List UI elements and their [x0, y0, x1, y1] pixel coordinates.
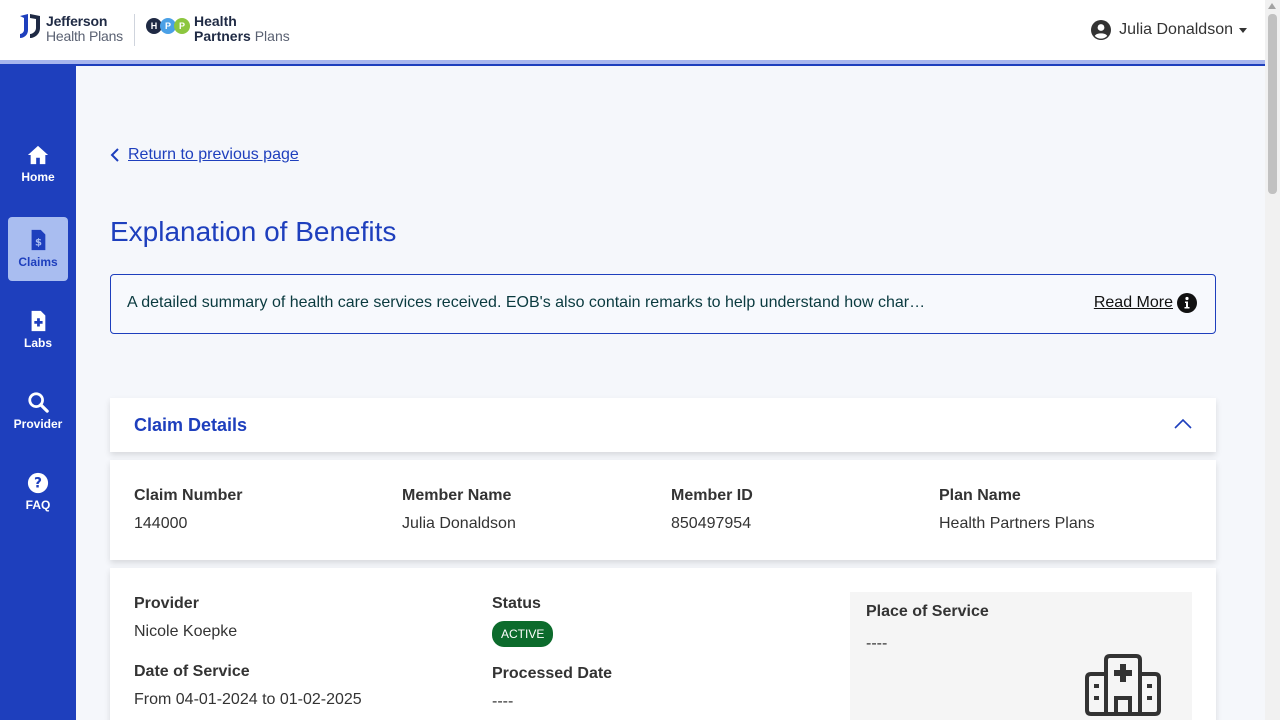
- home-icon: [27, 145, 49, 165]
- field-label: Plan Name: [939, 487, 1021, 504]
- chevron-left-icon: [110, 148, 119, 162]
- user-menu-button[interactable]: Julia Donaldson: [1091, 20, 1247, 40]
- field-value: From 04-01-2024 to 01-02-2025: [134, 691, 362, 708]
- field-value: 144000: [134, 515, 188, 532]
- svg-text:$: $: [35, 238, 42, 249]
- field-label: Claim Number: [134, 487, 243, 504]
- sidebar-item-label: Labs: [23, 336, 52, 350]
- processed-date-field: Processed Date ----: [492, 665, 612, 711]
- sidebar-item-labs[interactable]: Labs: [8, 298, 68, 362]
- labs-icon: [31, 310, 46, 332]
- brand-line-1: Jefferson: [46, 13, 108, 29]
- eob-description: A detailed summary of health care servic…: [127, 294, 926, 311]
- hpp-circle-p2: P: [174, 18, 190, 34]
- field-label: Provider: [134, 595, 199, 612]
- sidebar-nav: Home $ Claims Labs Provider ? FAQ: [0, 66, 76, 720]
- scroll-up-icon[interactable]: [1268, 3, 1276, 9]
- hpp-line-2: Partners Plans: [194, 29, 290, 44]
- field-value: Health Partners Plans: [939, 515, 1095, 532]
- logo-divider: [134, 14, 135, 46]
- field-label: Place of Service: [866, 603, 989, 620]
- search-icon: [28, 392, 49, 413]
- field-value: ----: [492, 693, 514, 710]
- sidebar-item-label: Claims: [18, 255, 58, 269]
- jefferson-mark-icon: [20, 14, 40, 38]
- read-more-button[interactable]: Read More: [1094, 293, 1197, 313]
- claim-details-header[interactable]: Claim Details: [110, 398, 1216, 452]
- hpp-logo[interactable]: H P P Health Partners Plans: [146, 14, 290, 44]
- return-link-label: Return to previous page: [128, 146, 299, 163]
- field-label: Status: [492, 595, 541, 612]
- sidebar-item-faq[interactable]: ? FAQ: [8, 460, 68, 524]
- scrollbar-thumb[interactable]: [1268, 14, 1277, 194]
- claim-detail-card: Provider Nicole Koepke Date of Service F…: [110, 568, 1216, 720]
- user-avatar-icon: [1091, 20, 1112, 40]
- field-label: Processed Date: [492, 665, 613, 682]
- field-label: Date of Service: [134, 663, 250, 680]
- jefferson-logo[interactable]: Jefferson Health Plans: [20, 14, 123, 44]
- date-of-service-field: Date of Service From 04-01-2024 to 01-02…: [134, 663, 362, 709]
- claim-details-title: Claim Details: [134, 415, 248, 435]
- main-content: Return to previous page Explanation of B…: [76, 66, 1265, 720]
- brand-line-2: Health Plans: [46, 28, 123, 44]
- provider-field: Provider Nicole Koepke: [134, 595, 237, 641]
- claim-summary-card: Claim Number 144000 Member Name Julia Do…: [110, 460, 1216, 560]
- user-name: Julia Donaldson: [1119, 21, 1233, 38]
- top-header: Jefferson Health Plans H P P Health Part…: [0, 0, 1265, 60]
- sidebar-item-claims[interactable]: $ Claims: [8, 217, 68, 281]
- field-label: Member ID: [671, 487, 753, 504]
- field-value: ----: [866, 635, 888, 652]
- field-label: Member Name: [402, 487, 512, 504]
- sidebar-item-provider[interactable]: Provider: [8, 379, 68, 443]
- chevron-down-icon: [1239, 27, 1247, 33]
- info-icon: [1177, 293, 1197, 313]
- read-more-label: Read More: [1093, 294, 1173, 311]
- place-of-service-box: Place of Service ----: [850, 592, 1192, 720]
- status-badge: ACTIVE: [492, 621, 554, 647]
- chevron-up-icon[interactable]: [1174, 418, 1192, 430]
- hpp-line-2b: Plans: [254, 28, 290, 44]
- claim-number-field: Claim Number 144000: [134, 487, 242, 533]
- sidebar-item-label: Provider: [13, 417, 63, 431]
- sidebar-item-label: Home: [21, 170, 55, 184]
- faq-icon: ?: [27, 472, 49, 494]
- hospital-icon: [1085, 654, 1161, 716]
- page-scrollbar[interactable]: [1265, 0, 1280, 720]
- hpp-line-1: Health: [194, 13, 237, 29]
- member-id-field: Member ID 850497954: [671, 487, 753, 533]
- sidebar-item-label: FAQ: [25, 498, 51, 512]
- field-value: 850497954: [671, 515, 752, 532]
- field-value: Nicole Koepke: [134, 623, 238, 640]
- page-title: Explanation of Benefits: [110, 216, 397, 247]
- field-value: Julia Donaldson: [402, 515, 516, 532]
- hpp-circles-icon: H P P: [146, 18, 190, 34]
- plan-name-field: Plan Name Health Partners Plans: [939, 487, 1095, 533]
- sidebar-item-home[interactable]: Home: [8, 132, 68, 196]
- eob-info-banner: A detailed summary of health care servic…: [110, 274, 1216, 334]
- svg-text:?: ?: [34, 476, 42, 492]
- return-link[interactable]: Return to previous page: [110, 146, 299, 164]
- hpp-line-2a: Partners: [194, 28, 251, 44]
- claims-icon: $: [31, 229, 46, 251]
- status-field: Status ACTIVE: [492, 595, 554, 647]
- member-name-field: Member Name Julia Donaldson: [402, 487, 516, 533]
